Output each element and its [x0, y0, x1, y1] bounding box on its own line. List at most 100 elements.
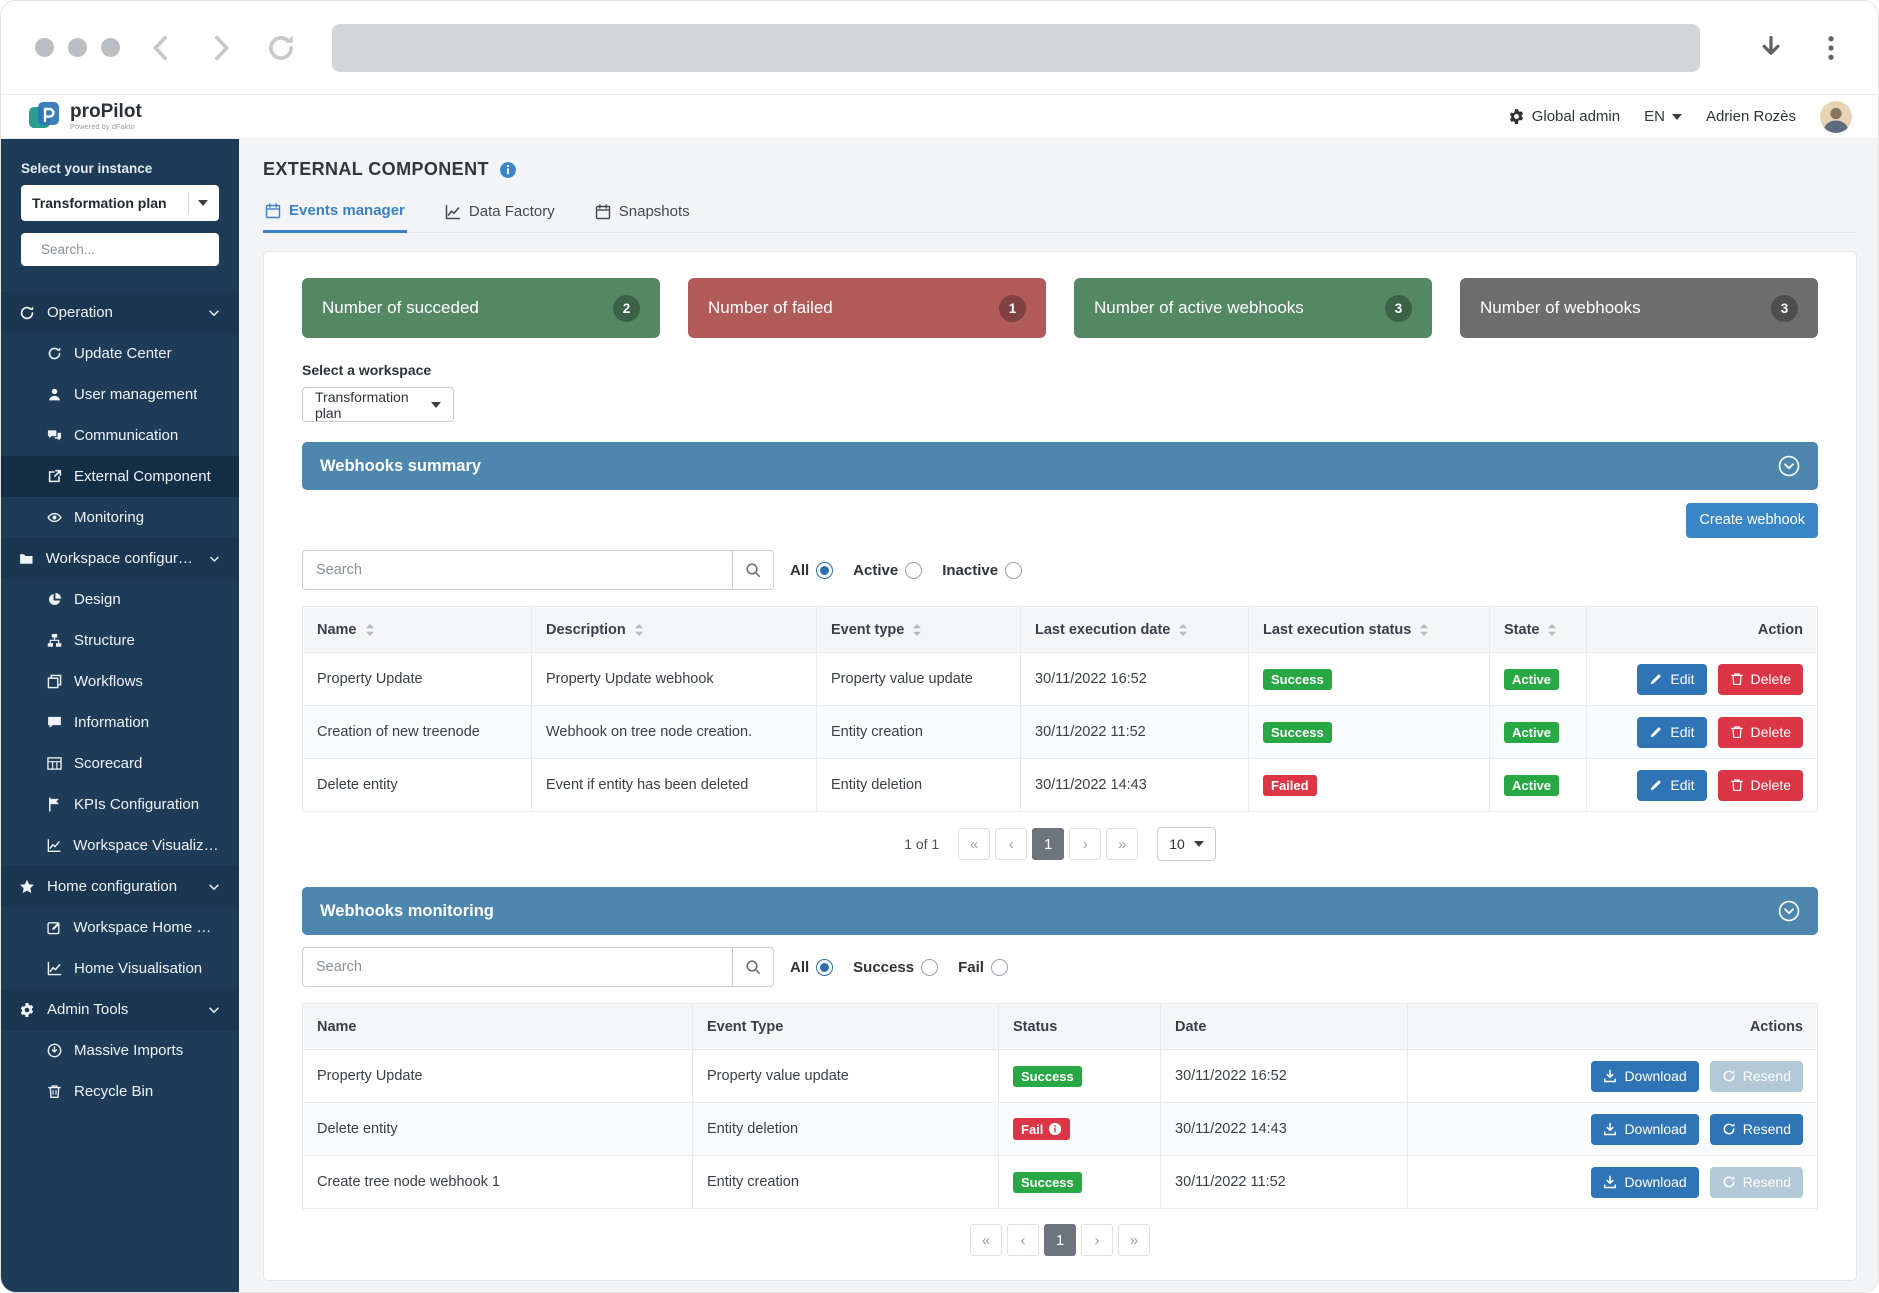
- global-admin-menu[interactable]: Global admin: [1508, 108, 1620, 125]
- sidebar-item-recycle-bin[interactable]: Recycle Bin: [1, 1071, 239, 1112]
- filter-success[interactable]: Success: [853, 959, 938, 976]
- chevron-down-icon: [207, 306, 221, 320]
- sidebar-item-workflows[interactable]: Workflows: [1, 661, 239, 702]
- address-bar[interactable]: [332, 24, 1700, 72]
- filter-all[interactable]: All: [790, 562, 833, 579]
- sidebar-item-update-center[interactable]: Update Center: [1, 333, 239, 374]
- download-icon[interactable]: [1758, 35, 1784, 61]
- filter-fail[interactable]: Fail: [958, 959, 1008, 976]
- sidebar-group-operation[interactable]: Operation: [1, 292, 239, 333]
- webhooks-monitoring-header[interactable]: Webhooks monitoring: [302, 887, 1818, 935]
- radio-unchecked-icon[interactable]: [991, 959, 1008, 976]
- column-header-description[interactable]: Description: [532, 607, 817, 653]
- window-control-minimize[interactable]: [68, 38, 87, 57]
- delete-button[interactable]: Delete: [1718, 770, 1803, 801]
- tab-snapshots[interactable]: Snapshots: [593, 196, 692, 232]
- summary-search-input[interactable]: [302, 550, 732, 590]
- pagination-first-button[interactable]: «: [958, 828, 990, 860]
- section-title: Webhooks summary: [320, 457, 481, 476]
- edit-button[interactable]: Edit: [1637, 717, 1706, 748]
- workspace-select[interactable]: Transformation plan: [302, 387, 454, 422]
- radio-unchecked-icon[interactable]: [905, 562, 922, 579]
- window-control-close[interactable]: [35, 38, 54, 57]
- radio-checked-icon[interactable]: [816, 959, 833, 976]
- column-header-status: Status: [999, 1004, 1161, 1050]
- info-icon[interactable]: [499, 161, 517, 179]
- delete-button[interactable]: Delete: [1718, 717, 1803, 748]
- window-control-maximize[interactable]: [101, 38, 120, 57]
- sidebar-item-user-management[interactable]: User management: [1, 374, 239, 415]
- user-menu[interactable]: Adrien Rozès: [1706, 108, 1796, 125]
- collapse-chevron-icon[interactable]: [1778, 900, 1800, 922]
- info-icon[interactable]: [1048, 1122, 1062, 1136]
- sidebar-item-massive-imports[interactable]: Massive Imports: [1, 1030, 239, 1071]
- forward-icon[interactable]: [206, 33, 236, 63]
- sort-icon[interactable]: [912, 623, 922, 637]
- edit-button[interactable]: Edit: [1637, 770, 1706, 801]
- webhooks-summary-header[interactable]: Webhooks summary: [302, 442, 1818, 490]
- sort-icon[interactable]: [1419, 623, 1429, 637]
- download-button[interactable]: Download: [1591, 1167, 1698, 1198]
- sidebar-item-workspace-home-configuration[interactable]: Workspace Home Co...: [1, 907, 239, 948]
- filter-inactive[interactable]: Inactive: [942, 562, 1022, 579]
- edit-button[interactable]: Edit: [1637, 664, 1706, 695]
- sidebar-search-input[interactable]: [39, 241, 220, 258]
- column-header-name[interactable]: Name: [303, 607, 532, 653]
- monitoring-search-input[interactable]: [302, 947, 732, 987]
- radio-unchecked-icon[interactable]: [921, 959, 938, 976]
- back-icon[interactable]: [146, 33, 176, 63]
- pagination-next-button[interactable]: ›: [1081, 1224, 1113, 1256]
- pagination-prev-button[interactable]: ‹: [1007, 1224, 1039, 1256]
- filter-active[interactable]: Active: [853, 562, 922, 579]
- kebab-menu-icon[interactable]: [1818, 35, 1844, 61]
- radio-checked-icon[interactable]: [816, 562, 833, 579]
- instance-select[interactable]: Transformation plan: [21, 185, 219, 221]
- sidebar-group-home-configuration[interactable]: Home configuration: [1, 866, 239, 907]
- sidebar-item-external-component[interactable]: External Component: [1, 456, 239, 497]
- reload-icon[interactable]: [266, 33, 296, 63]
- pagination-page-button[interactable]: 1: [1044, 1224, 1076, 1256]
- sidebar-item-kpis-configuration[interactable]: KPIs Configuration: [1, 784, 239, 825]
- sort-icon[interactable]: [1547, 623, 1557, 637]
- column-header-event-type[interactable]: Event type: [817, 607, 1021, 653]
- tab-events-manager[interactable]: Events manager: [263, 196, 407, 233]
- sidebar-item-information[interactable]: Information: [1, 702, 239, 743]
- search-button[interactable]: [732, 947, 774, 987]
- pagination-prev-button[interactable]: ‹: [995, 828, 1027, 860]
- radio-unchecked-icon[interactable]: [1005, 562, 1022, 579]
- column-header-last-execution-status[interactable]: Last execution status: [1249, 607, 1490, 653]
- sidebar-item-monitoring[interactable]: Monitoring: [1, 497, 239, 538]
- sidebar-group-admin-tools[interactable]: Admin Tools: [1, 989, 239, 1030]
- pagination-next-button[interactable]: ›: [1069, 828, 1101, 860]
- sidebar-item-design[interactable]: Design: [1, 579, 239, 620]
- sidebar-item-home-visualisation[interactable]: Home Visualisation: [1, 948, 239, 989]
- pagination-first-button[interactable]: «: [970, 1224, 1002, 1256]
- pagination-last-button[interactable]: »: [1106, 828, 1138, 860]
- sidebar-item-structure[interactable]: Structure: [1, 620, 239, 661]
- sidebar-item-workspace-visualization[interactable]: Workspace Visualizat...: [1, 825, 239, 866]
- collapse-chevron-icon[interactable]: [1778, 455, 1800, 477]
- download-button[interactable]: Download: [1591, 1114, 1698, 1145]
- sort-icon[interactable]: [365, 623, 375, 637]
- download-button[interactable]: Download: [1591, 1061, 1698, 1092]
- summary-filters: All Active Inactive: [790, 562, 1022, 579]
- column-header-state[interactable]: State: [1490, 607, 1587, 653]
- sort-icon[interactable]: [634, 623, 644, 637]
- filter-all[interactable]: All: [790, 959, 833, 976]
- resend-button[interactable]: Resend: [1710, 1114, 1803, 1145]
- sidebar-group-workspace-configuration[interactable]: Workspace configuration: [1, 538, 239, 579]
- sort-icon[interactable]: [1178, 623, 1188, 637]
- pagination-page-button[interactable]: 1: [1032, 828, 1064, 860]
- create-webhook-button[interactable]: Create webhook: [1686, 503, 1818, 538]
- sidebar-item-scorecard[interactable]: Scorecard: [1, 743, 239, 784]
- language-switcher[interactable]: EN: [1644, 108, 1682, 125]
- delete-button[interactable]: Delete: [1718, 664, 1803, 695]
- sidebar-search: [21, 233, 219, 266]
- tab-data-factory[interactable]: Data Factory: [443, 196, 557, 232]
- column-header-last-execution-date[interactable]: Last execution date: [1021, 607, 1249, 653]
- avatar[interactable]: [1820, 101, 1852, 133]
- sidebar-item-communication[interactable]: Communication: [1, 415, 239, 456]
- page-size-select[interactable]: 10: [1157, 827, 1216, 861]
- search-button[interactable]: [732, 550, 774, 590]
- pagination-last-button[interactable]: »: [1118, 1224, 1150, 1256]
